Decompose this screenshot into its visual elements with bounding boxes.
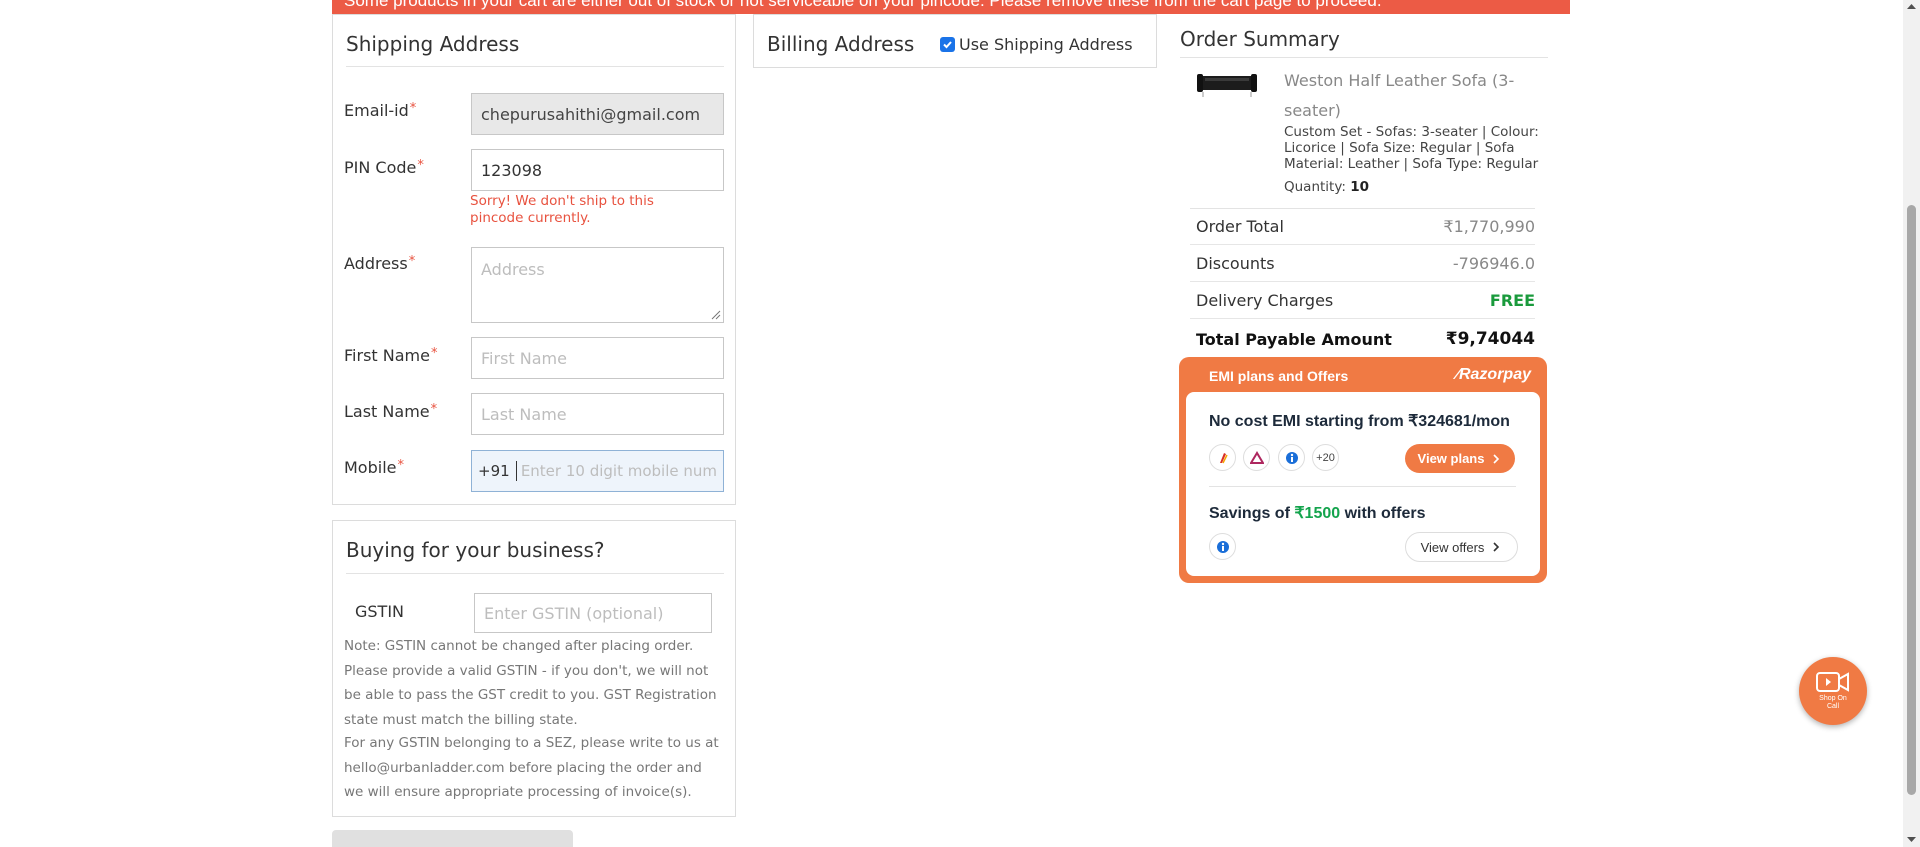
use-shipping-checkbox[interactable] xyxy=(940,37,955,52)
business-title-divider xyxy=(346,573,724,574)
total-payable-row: Total Payable Amount ₹9,74044 xyxy=(1196,329,1535,349)
emi-header: EMI plans and Offers xyxy=(1209,368,1349,384)
gstin-note: Note: GSTIN cannot be changed after plac… xyxy=(344,638,717,728)
product-thumbnail[interactable] xyxy=(1197,70,1257,100)
pin-code-error: Sorry! We don't ship to this pincode cur… xyxy=(470,193,654,226)
continue-button[interactable] xyxy=(332,830,573,847)
emi-divider xyxy=(1209,486,1516,487)
pin-code-field[interactable]: 123098 xyxy=(471,149,724,191)
no-cost-emi-text: No cost EMI starting from ₹324681/mon xyxy=(1209,413,1510,430)
emi-card: No cost EMI starting from ₹324681/mon +2… xyxy=(1186,392,1540,576)
business-title: Buying for your business? xyxy=(346,538,605,562)
bank-logo-icon xyxy=(1278,444,1305,471)
bank-logo-icon xyxy=(1209,444,1236,471)
use-shipping-label: Use Shipping Address xyxy=(959,35,1133,54)
razorpay-logo: ⁄Razorpay xyxy=(1456,366,1531,383)
chevron-right-icon xyxy=(1493,453,1500,464)
sez-note: For any GSTIN belonging to a SEZ, please… xyxy=(344,735,719,800)
use-shipping-address-checkbox-row[interactable]: Use Shipping Address xyxy=(940,35,1133,54)
product-description: Custom Set - Sofas: 3-seater | Colour: L… xyxy=(1284,124,1539,172)
view-plans-button[interactable]: View plans xyxy=(1405,444,1515,473)
last-name-field[interactable]: Last Name xyxy=(471,393,724,435)
email-field[interactable]: chepurusahithi@gmail.com xyxy=(471,93,724,135)
offer-bank-logo-icon xyxy=(1209,533,1236,560)
gstin-label: GSTIN xyxy=(355,602,405,621)
video-call-icon xyxy=(1816,672,1849,692)
shipping-address-title: Shipping Address xyxy=(346,32,520,56)
resize-handle-icon[interactable] xyxy=(711,310,721,320)
billing-address-title: Billing Address xyxy=(767,32,915,56)
page-scrollbar[interactable] xyxy=(1903,0,1920,847)
delivery-charges-row: Delivery Charges FREE xyxy=(1190,282,1535,319)
emi-offers-widget: EMI plans and Offers ⁄Razorpay No cost E… xyxy=(1179,357,1547,583)
more-banks-badge: +20 xyxy=(1312,444,1339,471)
mobile-field[interactable]: +91 Enter 10 digit mobile num xyxy=(471,450,724,492)
first-name-field[interactable]: First Name xyxy=(471,337,724,379)
order-summary-title: Order Summary xyxy=(1180,27,1340,51)
product-name[interactable]: Weston Half Leather Sofa (3-seater) xyxy=(1284,66,1534,126)
chevron-right-icon xyxy=(1493,542,1500,552)
mobile-placeholder: Enter 10 digit mobile num xyxy=(520,462,717,480)
summary-title-divider xyxy=(1180,57,1548,58)
shop-on-call-button[interactable]: Shop On Call xyxy=(1799,657,1867,725)
savings-text: Savings of ₹1500 with offers xyxy=(1209,505,1426,522)
email-label: Email-id* xyxy=(344,101,417,120)
shop-on-call-label: Shop On Call xyxy=(1819,695,1847,710)
checkmark-icon xyxy=(943,41,952,49)
text-cursor xyxy=(515,461,517,481)
bank-logo-icon xyxy=(1243,444,1270,471)
scroll-down-arrow-icon[interactable] xyxy=(1903,833,1920,847)
order-total-row: Order Total ₹1,770,990 xyxy=(1190,208,1535,245)
gstin-field[interactable]: Enter GSTIN (optional) xyxy=(474,593,712,633)
shipping-title-divider xyxy=(346,66,724,67)
error-alert-banner: Some products in your cart are either ou… xyxy=(332,0,1570,14)
mobile-label: Mobile* xyxy=(344,458,404,477)
first-name-label: First Name* xyxy=(344,346,438,365)
scroll-up-arrow-icon[interactable] xyxy=(1903,0,1920,14)
alert-text: Some products in your cart are either ou… xyxy=(344,0,1382,10)
mobile-prefix: +91 xyxy=(478,462,510,480)
scrollbar-thumb[interactable] xyxy=(1907,205,1916,795)
last-name-label: Last Name* xyxy=(344,402,438,421)
address-label: Address* xyxy=(344,254,416,273)
view-offers-button[interactable]: View offers xyxy=(1405,532,1518,562)
address-textarea[interactable]: Address xyxy=(471,247,724,323)
product-quantity: Quantity: 10 xyxy=(1284,179,1369,195)
pin-code-label: PIN Code* xyxy=(344,158,424,177)
discounts-row: Discounts -796946.0 xyxy=(1190,245,1535,282)
